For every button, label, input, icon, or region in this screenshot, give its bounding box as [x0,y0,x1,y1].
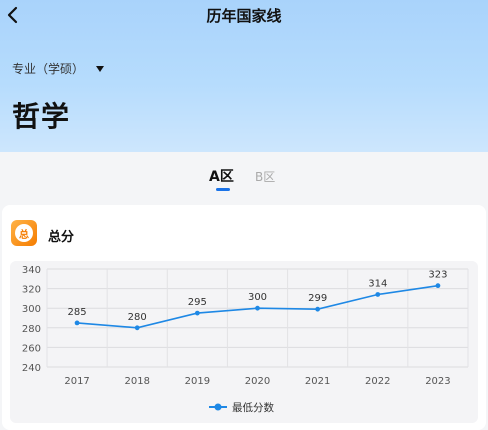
total-score-card: 总 总分 240 260 280 300 320 340 2017 2018 2019 2020 2… [2,205,486,430]
data-label: 295 [188,297,207,308]
tab-b-region[interactable]: B区 [255,168,275,185]
major-type-dropdown[interactable]: 专业（学硕） [12,60,105,77]
data-label: 300 [248,292,267,303]
data-point [255,305,260,311]
data-point [375,292,381,297]
data-label: 285 [68,307,87,318]
y-tick-label: 280 [22,324,41,335]
legend-label: 最低分数 [232,401,274,414]
data-point [435,283,441,289]
x-tick-label: 2021 [305,376,330,387]
y-tick-label: 240 [22,363,41,374]
x-tick-label: 2019 [185,376,210,387]
score-line-chart: 240 260 280 300 320 340 2017 2018 2019 2020 2021 20… [22,265,469,414]
data-label: 314 [368,278,387,289]
data-point [74,320,80,326]
data-label: 323 [428,270,447,281]
active-tab-indicator [216,188,230,191]
x-tick-label: 2017 [64,376,89,387]
page-title: 历年国家线 [206,7,282,25]
header: 历年国家线 专业（学硕） 哲学 [0,0,488,152]
y-tick-label: 260 [22,343,41,354]
x-tick-label: 2023 [425,376,450,387]
tab-a-region[interactable]: A区 [209,166,234,186]
y-tick-label: 340 [22,265,41,276]
x-tick-label: 2022 [365,376,390,387]
data-label: 299 [308,293,327,304]
region-tabs: A区 B区 [0,152,488,202]
y-tick-label: 320 [22,285,41,296]
total-score-icon: 总 [11,220,37,246]
card-title: 总分 [48,230,75,245]
y-tick-label: 300 [22,304,41,315]
subject-name: 哲学 [12,100,71,133]
data-label: 280 [128,312,147,323]
data-point [134,325,140,331]
data-point [194,310,200,316]
major-type-label: 专业（学硕） [12,62,85,76]
x-tick-label: 2020 [245,376,270,387]
x-tick-label: 2018 [124,376,149,387]
data-point [315,306,321,312]
legend-swatch-dot [214,403,222,411]
chart-area: 240 260 280 300 320 340 2017 2018 2019 2020 2021 20… [10,261,478,423]
caret-down-icon [96,65,105,72]
